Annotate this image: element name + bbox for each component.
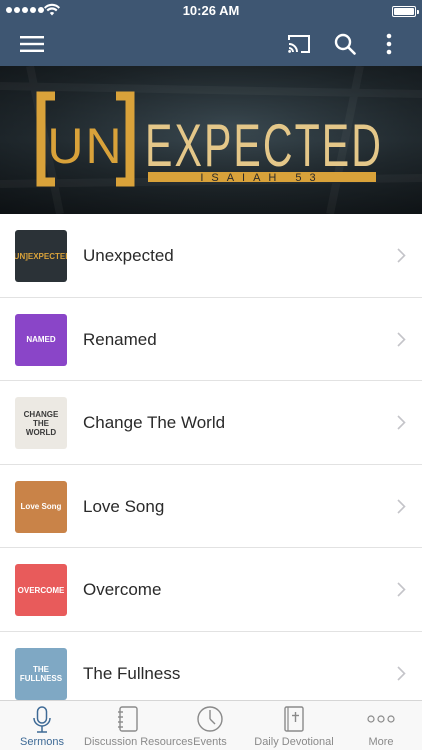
status-bar: 10:26 AM bbox=[0, 0, 422, 22]
thumbnail-text: NAMED bbox=[26, 335, 56, 344]
sermon-thumbnail: NAMED bbox=[15, 313, 67, 366]
sermon-thumbnail: Love Song bbox=[15, 480, 67, 533]
sermon-title: Renamed bbox=[83, 329, 157, 349]
more-vertical-icon bbox=[386, 33, 392, 55]
thumbnail-text: [UN]EXPECTED bbox=[15, 251, 67, 261]
battery-icon bbox=[392, 6, 419, 17]
sermon-list: [UN]EXPECTED Unexpected NAMED Renamed CHANGE… bbox=[0, 214, 422, 700]
clock-icon bbox=[197, 706, 223, 732]
tab-more[interactable]: More bbox=[340, 701, 422, 750]
sermon-row[interactable]: THE FULLNESS The Fullness bbox=[0, 631, 422, 700]
tab-label: More bbox=[368, 736, 394, 748]
cast-icon bbox=[288, 35, 310, 53]
menu-icon bbox=[20, 36, 44, 52]
sermon-thumbnail: CHANGE THE WORLD bbox=[15, 397, 67, 449]
tab-label: Events bbox=[193, 736, 227, 748]
sermon-title: Unexpected bbox=[83, 246, 174, 265]
sermon-thumbnail: THE FULLNESS bbox=[15, 647, 67, 700]
more-dots-icon bbox=[367, 715, 395, 723]
sermon-title: Overcome bbox=[83, 580, 162, 599]
chevron-right-icon bbox=[397, 415, 406, 430]
sermon-thumbnail: OVERCOME bbox=[15, 564, 67, 616]
tab-bar: Sermons Discussion Resources Events Dail… bbox=[0, 700, 422, 750]
tab-label: Daily Devotional bbox=[254, 736, 334, 748]
search-icon bbox=[334, 33, 356, 55]
banner-bracket-text: UN bbox=[47, 118, 123, 174]
sermon-row[interactable]: NAMED Renamed bbox=[0, 297, 422, 381]
sermon-title: Love Song bbox=[83, 496, 165, 516]
sermon-row[interactable]: Love Song Love Song bbox=[0, 464, 422, 548]
cast-button[interactable] bbox=[284, 29, 314, 59]
tab-label: Sermons bbox=[19, 736, 65, 748]
status-time: 10:26 AM bbox=[182, 3, 240, 18]
chevron-right-icon bbox=[397, 498, 406, 514]
sermon-title: The Fullness bbox=[83, 663, 181, 683]
tab-discussion-resources[interactable]: Discussion Resources bbox=[84, 701, 193, 750]
microphone-icon bbox=[33, 706, 51, 733]
bible-icon bbox=[284, 706, 304, 732]
chevron-right-icon bbox=[397, 582, 406, 597]
tab-events[interactable]: Events bbox=[172, 701, 248, 750]
chevron-right-icon bbox=[397, 665, 406, 681]
sermon-thumbnail: [UN]EXPECTED bbox=[15, 230, 67, 282]
search-button[interactable] bbox=[330, 29, 360, 59]
nav-bar bbox=[0, 22, 422, 66]
chevron-right-icon bbox=[397, 331, 406, 347]
banner-subtitle: ISAIAH 53 bbox=[200, 172, 323, 184]
sermon-row[interactable]: OVERCOME Overcome bbox=[0, 548, 422, 632]
tab-label: Discussion Resources bbox=[84, 736, 193, 748]
menu-button[interactable] bbox=[17, 29, 47, 59]
tab-sermons[interactable]: Sermons bbox=[0, 701, 84, 750]
sermon-row[interactable]: [UN]EXPECTED Unexpected bbox=[0, 214, 422, 298]
sermon-title: Change The World bbox=[83, 413, 226, 432]
thumbnail-text: Love Song bbox=[20, 502, 62, 511]
thumbnail-text: CHANGE THE WORLD bbox=[23, 409, 59, 437]
tab-daily-devotional[interactable]: Daily Devotional bbox=[248, 701, 340, 750]
notebook-icon bbox=[118, 706, 138, 732]
thumbnail-text: OVERCOME bbox=[17, 585, 65, 595]
banner-title: EXPECTED bbox=[145, 112, 383, 179]
chevron-right-icon bbox=[397, 248, 406, 263]
series-banner-art: UN EXPECTED ISAIAH 53 bbox=[0, 66, 422, 214]
thumbnail-text: THE FULLNESS bbox=[19, 664, 63, 683]
overflow-menu-button[interactable] bbox=[374, 29, 404, 59]
series-banner[interactable]: UN EXPECTED ISAIAH 53 bbox=[0, 66, 422, 214]
sermon-row[interactable]: CHANGE THE WORLD Change The World bbox=[0, 381, 422, 465]
